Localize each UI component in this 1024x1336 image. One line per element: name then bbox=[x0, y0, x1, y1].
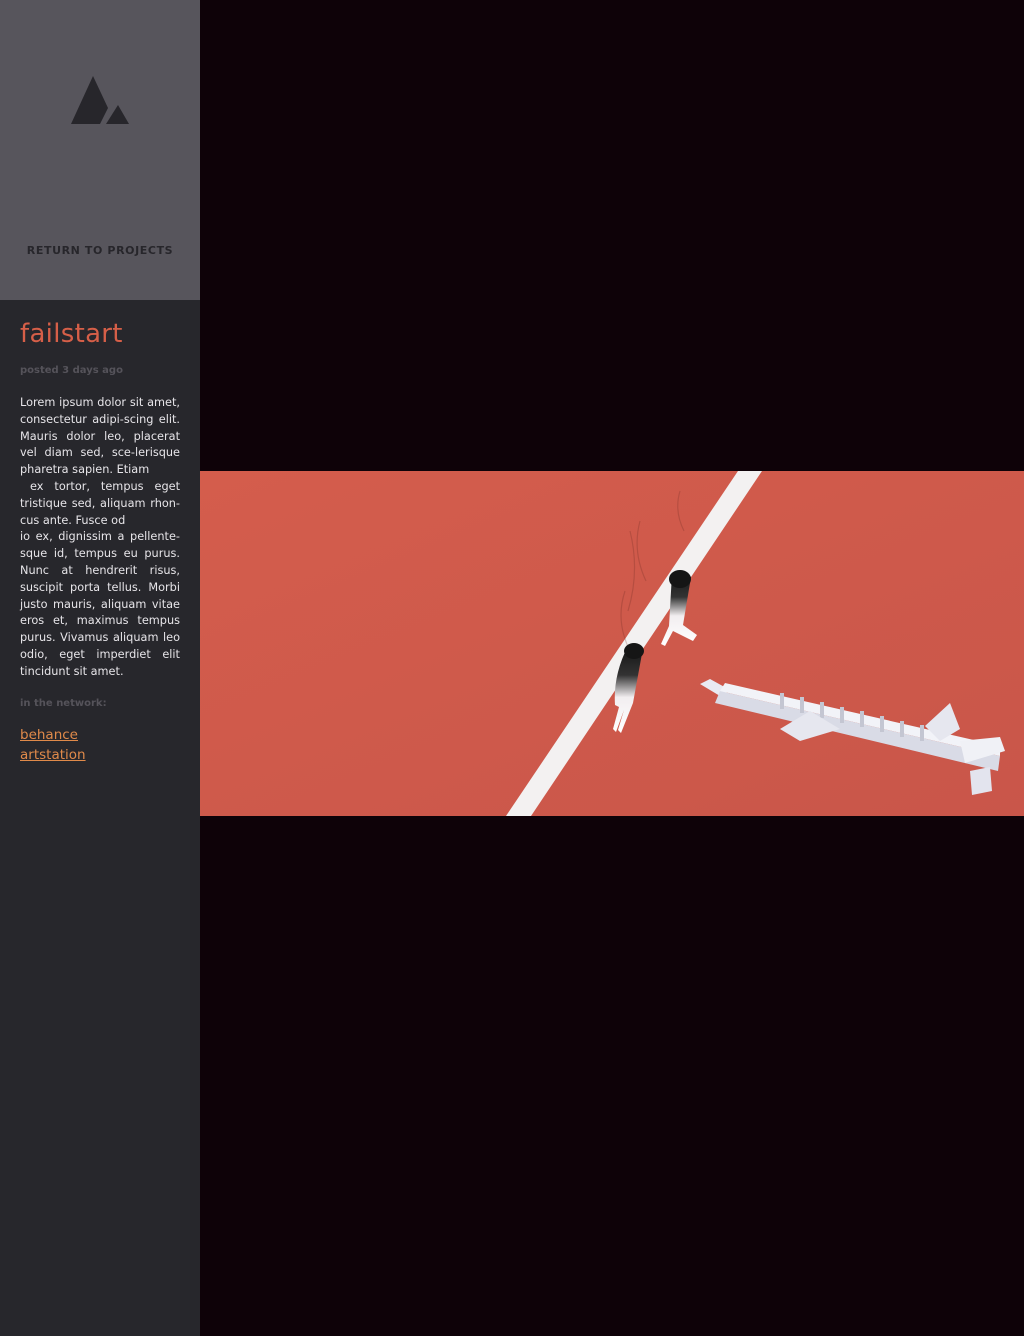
artstation-link[interactable]: artstation bbox=[20, 745, 180, 765]
post-paragraph: ex tortor, tempus eget tristique sed, al… bbox=[20, 479, 180, 527]
hero-image bbox=[200, 471, 1024, 816]
network-links: behance artstation bbox=[20, 725, 180, 765]
post-info: failstart posted 3 days ago Lorem ipsum … bbox=[20, 318, 180, 765]
page: RETURN TO PROJECTS failstart posted 3 da… bbox=[0, 0, 1024, 1336]
track-starting-block-image bbox=[200, 471, 1024, 816]
post-title: failstart bbox=[20, 319, 123, 349]
post-description: Lorem ipsum dolor sit amet, consectetur … bbox=[20, 395, 180, 681]
return-to-projects-link[interactable]: RETURN TO PROJECTS bbox=[0, 244, 200, 257]
post-paragraph: io ex, dignissim a pellente-sque id, tem… bbox=[20, 530, 180, 678]
triangle-logo-icon[interactable] bbox=[70, 75, 130, 125]
post-date: posted 3 days ago bbox=[20, 365, 123, 376]
sidebar-header: RETURN TO PROJECTS bbox=[0, 0, 200, 300]
behance-link[interactable]: behance bbox=[20, 725, 180, 745]
sidebar: RETURN TO PROJECTS failstart posted 3 da… bbox=[0, 0, 200, 1336]
network-label: in the network: bbox=[20, 697, 107, 709]
post-paragraph: Lorem ipsum dolor sit amet, consectetur … bbox=[20, 396, 180, 477]
